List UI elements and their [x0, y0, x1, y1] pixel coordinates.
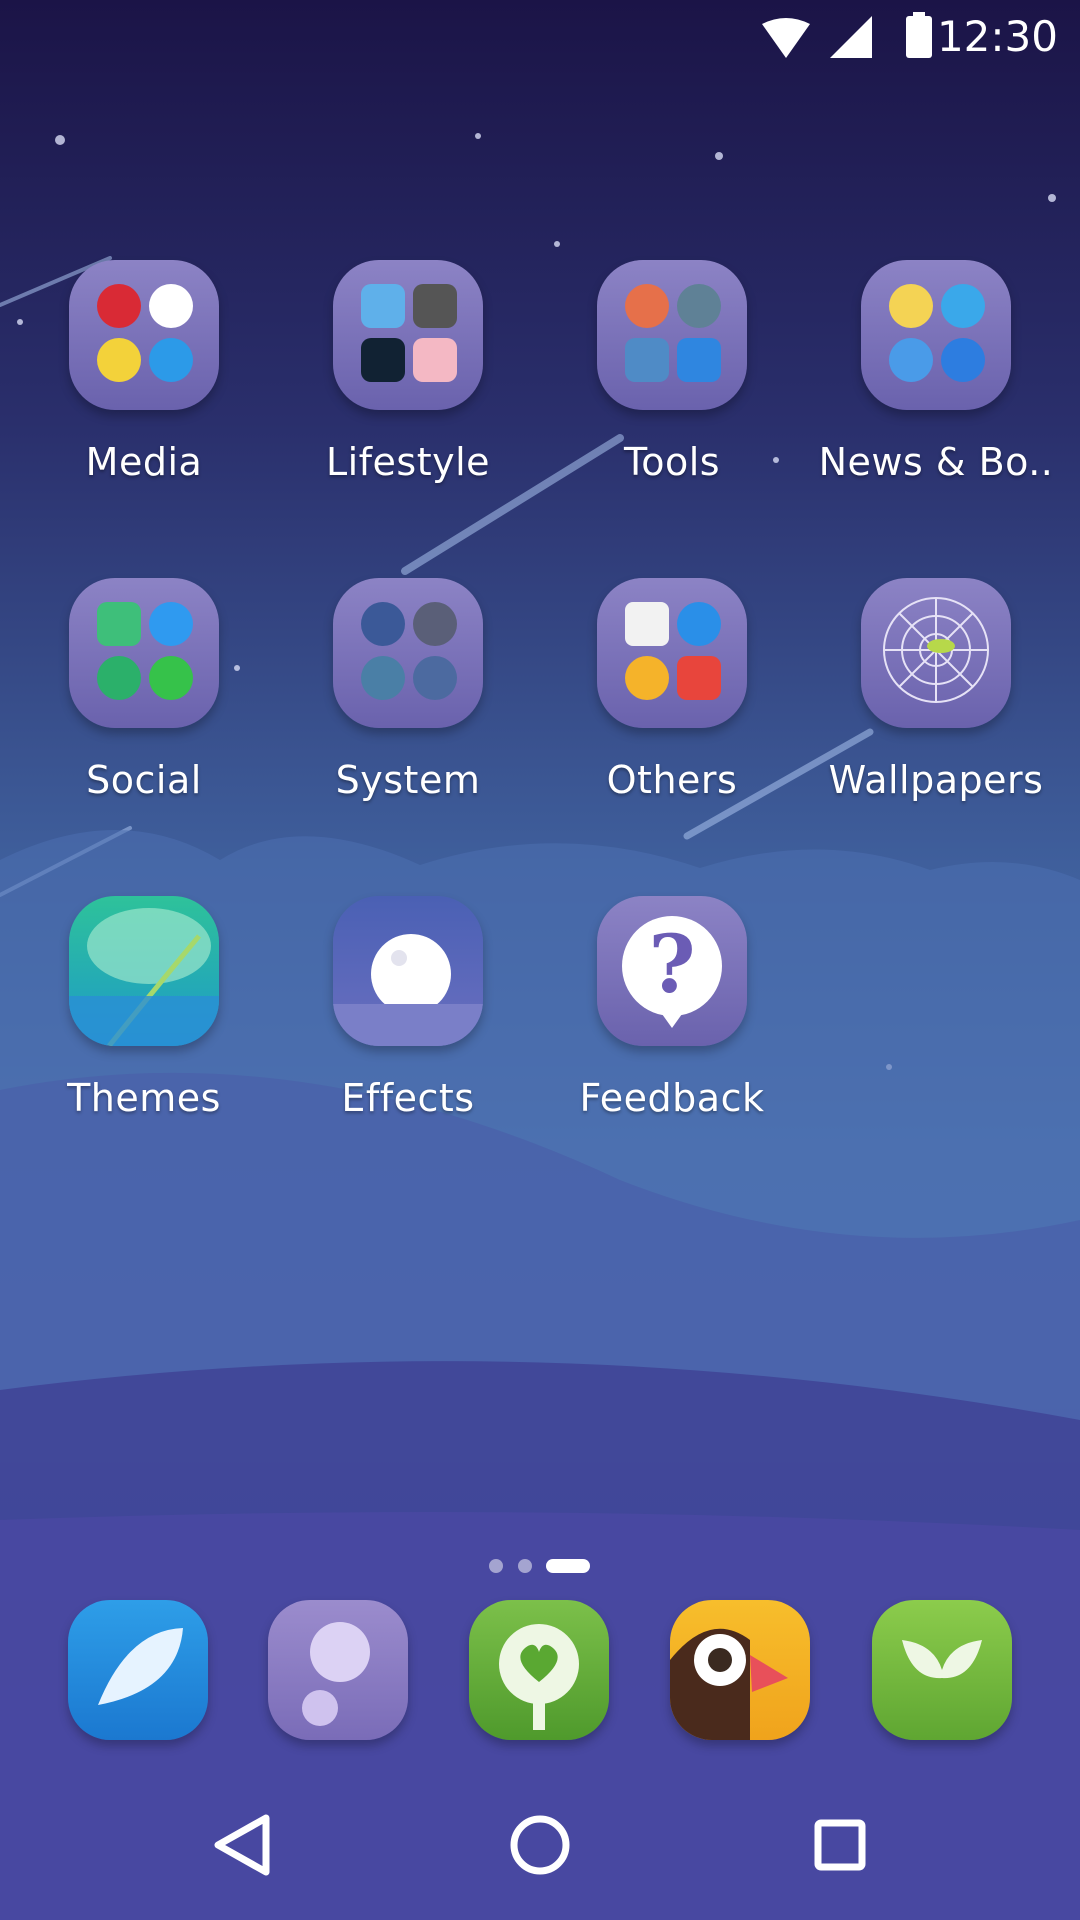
spiderweb-icon — [861, 578, 1011, 728]
folder-lifestyle[interactable]: Lifestyle — [278, 260, 538, 484]
sprout-icon — [902, 1640, 982, 1740]
app-effects[interactable]: Effects — [278, 896, 538, 1120]
folder-label: Others — [606, 758, 738, 802]
folder-media[interactable]: Media — [14, 260, 274, 484]
page-dot-active[interactable] — [546, 1559, 590, 1573]
tools-folder-icon — [597, 260, 747, 410]
question-mark-icon: ? — [597, 896, 747, 1046]
back-button[interactable] — [188, 1790, 298, 1900]
folder-label: News & Bo.. — [818, 440, 1054, 484]
page-dot[interactable] — [489, 1559, 503, 1573]
bird-icon — [670, 1628, 788, 1740]
folder-label: Lifestyle — [325, 440, 491, 484]
green-heart-icon — [499, 1624, 579, 1730]
app-label: Effects — [341, 1076, 475, 1120]
app-wallpapers[interactable]: Wallpapers — [806, 578, 1066, 802]
folder-others[interactable]: Others — [542, 578, 802, 802]
app-label: Feedback — [579, 1076, 765, 1120]
back-icon — [214, 1814, 270, 1876]
app-themes[interactable]: Themes — [14, 896, 274, 1120]
home-button[interactable] — [485, 1790, 595, 1900]
dock-app-green-heart[interactable] — [469, 1600, 609, 1740]
moon-icon — [333, 896, 483, 1046]
dock — [0, 1600, 1080, 1750]
dock-app-flower[interactable] — [268, 1600, 408, 1740]
system-folder-icon — [333, 578, 483, 728]
recents-button[interactable] — [785, 1790, 895, 1900]
recents-icon — [814, 1819, 866, 1871]
dock-app-bird[interactable] — [670, 1600, 810, 1740]
shell-icon — [98, 1628, 183, 1705]
folder-label: Tools — [623, 440, 721, 484]
folder-tools[interactable]: Tools — [542, 260, 802, 484]
morning-glory-icon — [302, 1622, 370, 1726]
dock-app-shell[interactable] — [68, 1600, 208, 1740]
social-folder-icon — [69, 578, 219, 728]
folder-label: Social — [86, 758, 202, 802]
folder-social[interactable]: Social — [14, 578, 274, 802]
folder-news-books[interactable]: News & Bo.. — [806, 260, 1066, 484]
folder-system[interactable]: System — [278, 578, 538, 802]
navigation-bar — [0, 1790, 1080, 1920]
page-indicator — [0, 1556, 1080, 1576]
home-icon-grid: Media Lifestyle Tools News & Bo.. Social… — [0, 0, 1080, 1200]
app-label: Wallpapers — [828, 758, 1044, 802]
dock-app-sprout[interactable] — [872, 1600, 1012, 1740]
svg-text:?: ? — [649, 917, 696, 1011]
app-feedback[interactable]: ? Feedback — [542, 896, 802, 1120]
news-folder-icon — [861, 260, 1011, 410]
media-folder-icon — [69, 260, 219, 410]
app-label: Themes — [67, 1076, 221, 1120]
folder-label: System — [335, 758, 481, 802]
others-folder-icon — [597, 578, 747, 728]
folder-label: Media — [85, 440, 203, 484]
lifestyle-folder-icon — [333, 260, 483, 410]
leaf-icon — [69, 896, 219, 1046]
page-dot[interactable] — [518, 1559, 532, 1573]
home-circle-icon — [510, 1815, 570, 1875]
